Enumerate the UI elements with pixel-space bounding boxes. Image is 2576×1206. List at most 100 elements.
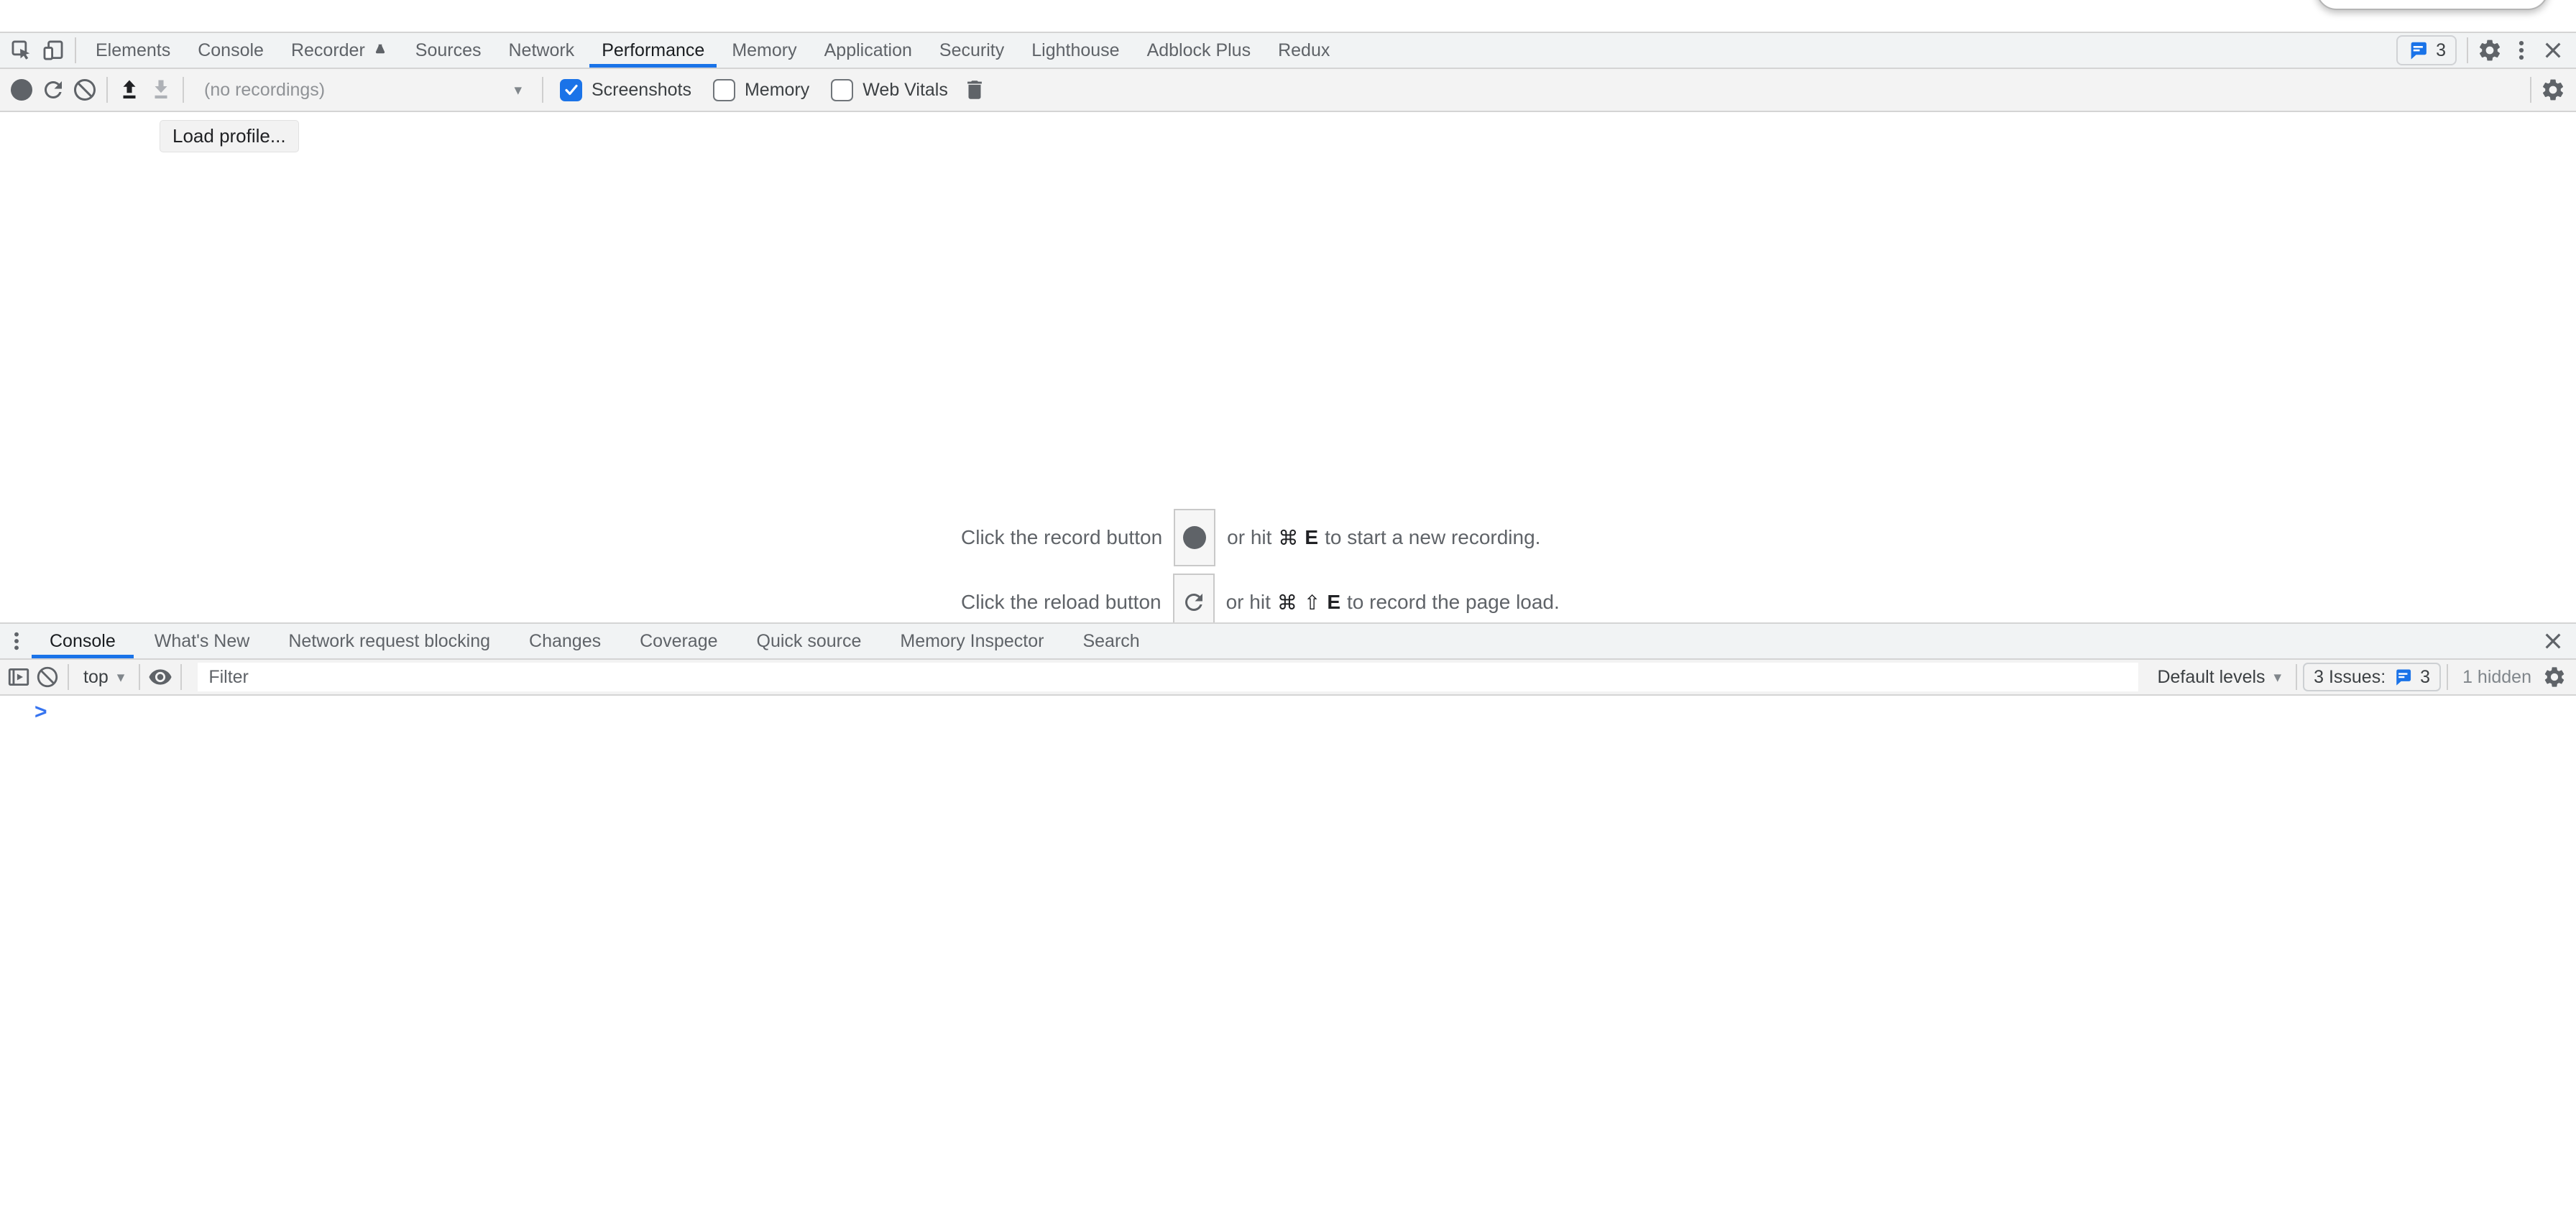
create-live-expression-button[interactable] <box>146 661 175 693</box>
drawer-tab-memory-inspector[interactable]: Memory Inspector <box>880 624 1063 658</box>
screenshots-checkbox-group[interactable]: Screenshots <box>560 79 691 101</box>
console-filter-input[interactable] <box>198 663 2138 691</box>
console-settings-button[interactable] <box>2540 661 2569 693</box>
log-levels-dropdown[interactable]: Default levels ▾ <box>2148 663 2290 691</box>
memory-label: Memory <box>745 80 809 101</box>
tab-label: What's New <box>155 631 250 652</box>
tab-memory[interactable]: Memory <box>718 33 810 68</box>
kebab-menu-icon <box>5 630 28 653</box>
clear-recordings-button[interactable] <box>69 74 101 106</box>
settings-button[interactable] <box>2474 34 2506 66</box>
load-profile-button[interactable] <box>114 74 145 106</box>
tab-label: Console <box>198 40 264 61</box>
garbage-collect-button[interactable] <box>959 74 990 106</box>
tab-network[interactable]: Network <box>495 33 589 68</box>
close-devtools-button[interactable] <box>2537 34 2569 66</box>
tab-label: Lighthouse <box>1031 40 1119 61</box>
browser-top-strip <box>0 0 2576 32</box>
performance-toolbar: (no recordings) ▾ Screenshots Memory Web… <box>0 69 2576 112</box>
record-button-illustration <box>1174 509 1215 566</box>
drawer-more-tools-button[interactable] <box>3 625 30 657</box>
tab-label: Quick source <box>757 631 862 652</box>
tab-security[interactable]: Security <box>926 33 1018 68</box>
hidden-messages-label: 1 hidden <box>2462 667 2531 688</box>
tab-lighthouse[interactable]: Lighthouse <box>1018 33 1133 68</box>
tab-label: Performance <box>602 40 704 61</box>
issues-counter-button[interactable]: 3 <box>2396 35 2457 65</box>
record-button[interactable] <box>6 74 37 106</box>
gear-icon <box>2477 37 2503 63</box>
tab-sources[interactable]: Sources <box>402 33 495 68</box>
devtools-main-tabbar: Elements Console Recorder Sources Networ… <box>0 32 2576 69</box>
tab-label: Recorder <box>291 40 365 61</box>
more-options-button[interactable] <box>2506 34 2537 66</box>
tab-label: Changes <box>529 631 601 652</box>
download-icon <box>149 78 173 102</box>
tab-redux[interactable]: Redux <box>1264 33 1343 68</box>
issues-button[interactable]: 3 Issues: 3 <box>2303 663 2441 691</box>
tab-elements[interactable]: Elements <box>82 33 184 68</box>
memory-checkbox[interactable] <box>713 79 735 101</box>
tab-label: Coverage <box>640 631 717 652</box>
inspect-element-button[interactable] <box>6 34 37 66</box>
reload-button-illustration <box>1173 574 1215 622</box>
drawer-tab-network-request-blocking[interactable]: Network request blocking <box>269 624 510 658</box>
tab-performance[interactable]: Performance <box>588 33 718 68</box>
clear-console-button[interactable] <box>33 661 62 693</box>
issues-bubble-icon <box>2393 667 2413 687</box>
divider <box>180 664 182 690</box>
capture-settings-button[interactable] <box>2537 74 2569 106</box>
tab-label: Network <box>509 40 575 61</box>
tab-application[interactable]: Application <box>811 33 926 68</box>
reload-instruction-suffix: to record the page load. <box>1347 591 1560 614</box>
memory-checkbox-group[interactable]: Memory <box>713 79 809 101</box>
performance-panel-content: Click the record button or hit ⌘ E to st… <box>0 112 2576 622</box>
reload-instruction-row: Click the reload button or hit ⌘ ⇧ E to … <box>961 574 1615 622</box>
upload-icon <box>117 78 142 102</box>
divider <box>2530 77 2531 103</box>
chevron-down-icon: ▾ <box>2274 668 2282 686</box>
recordings-dropdown[interactable]: (no recordings) ▾ <box>194 74 532 106</box>
drawer-tab-quick-source[interactable]: Quick source <box>737 624 881 658</box>
tab-label: Console <box>50 631 116 652</box>
issues-button-label: 3 Issues: <box>2314 667 2386 688</box>
console-sidebar-toggle-button[interactable] <box>4 661 33 693</box>
close-icon <box>2542 39 2564 62</box>
web-vitals-checkbox[interactable] <box>831 79 853 101</box>
console-prompt-chevron: > <box>34 700 47 724</box>
console-messages-area[interactable]: > <box>0 696 2576 1206</box>
save-profile-button[interactable] <box>145 74 177 106</box>
reload-and-record-button[interactable] <box>37 74 69 106</box>
tab-label: Security <box>939 40 1004 61</box>
device-toolbar-button[interactable] <box>37 34 69 66</box>
context-dropdown-value: top <box>83 667 109 688</box>
record-instruction-suffix: to start a new recording. <box>1325 526 1540 549</box>
web-vitals-checkbox-group[interactable]: Web Vitals <box>831 79 948 101</box>
tab-label: Adblock Plus <box>1147 40 1251 61</box>
divider <box>139 664 140 690</box>
tab-recorder[interactable]: Recorder <box>277 33 402 68</box>
drawer-tab-coverage[interactable]: Coverage <box>620 624 737 658</box>
gear-icon <box>2542 665 2567 689</box>
drawer-tab-search[interactable]: Search <box>1063 624 1159 658</box>
shift-key-glyph: ⇧ <box>1304 591 1320 614</box>
device-toolbar-icon <box>41 38 65 63</box>
close-drawer-button[interactable] <box>2537 625 2569 657</box>
screenshots-checkbox[interactable] <box>560 79 582 101</box>
tab-label: Elements <box>96 40 170 61</box>
e-key-glyph: E <box>1305 526 1318 549</box>
divider <box>2447 664 2448 690</box>
drawer-tab-whats-new[interactable]: What's New <box>135 624 270 658</box>
tab-console[interactable]: Console <box>184 33 277 68</box>
reload-icon <box>40 77 66 103</box>
tab-adblock-plus[interactable]: Adblock Plus <box>1133 33 1265 68</box>
e-key-glyph: E <box>1327 591 1340 614</box>
javascript-context-dropdown[interactable]: top ▾ <box>75 663 133 691</box>
selected-tab-underline <box>32 655 134 658</box>
tab-label: Network request blocking <box>288 631 490 652</box>
tab-label: Memory Inspector <box>900 631 1044 652</box>
kebab-menu-icon <box>2509 38 2534 63</box>
drawer-tab-changes[interactable]: Changes <box>510 624 620 658</box>
drawer-tab-console[interactable]: Console <box>30 624 135 658</box>
issues-count: 3 <box>2436 40 2446 61</box>
